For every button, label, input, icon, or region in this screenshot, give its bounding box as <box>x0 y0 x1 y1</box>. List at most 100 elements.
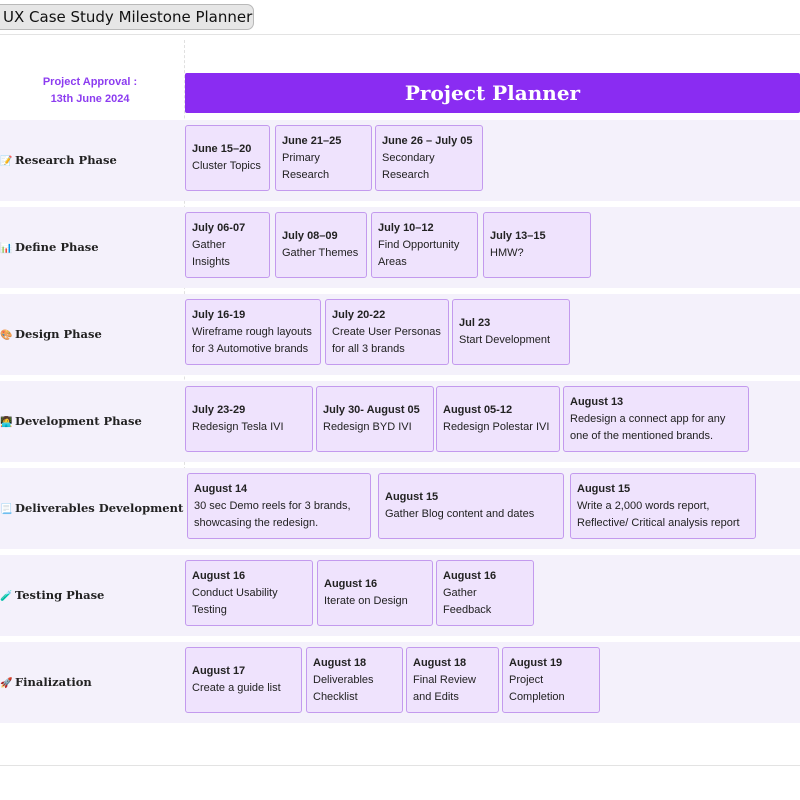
phase-label: 📝 Research Phase <box>0 153 182 167</box>
milestone-card[interactable]: July 10–12 Find Opportunity Areas <box>371 212 478 278</box>
milestone-date: August 14 <box>194 482 248 495</box>
milestone-task: Write a 2,000 words report, Reflective/ … <box>577 499 740 529</box>
milestone-date: July 10–12 <box>378 221 434 234</box>
milestone-task: Conduct Usability Testing <box>192 586 278 616</box>
phase-label-text: Development Phase <box>15 414 142 428</box>
phase-label-text: Testing Phase <box>15 588 105 602</box>
planner-banner-title: Project Planner <box>185 73 800 113</box>
milestone-task: Secondary Research <box>382 151 435 181</box>
milestone-date: August 13 <box>570 395 624 408</box>
milestone-date: August 17 <box>192 665 246 677</box>
milestone-date: June 15–20 <box>192 143 252 155</box>
milestone-card[interactable]: July 20-22 Create User Personas for all 3… <box>325 299 449 365</box>
milestone-card[interactable]: July 16-19 Wireframe rough layouts for 3 … <box>185 299 321 365</box>
milestone-task: Redesign a connect app for any one of th… <box>570 412 726 442</box>
milestone-card[interactable]: June 15–20 Cluster Topics <box>185 125 270 191</box>
milestone-date: August 19 <box>509 656 563 669</box>
milestone-task: Gather Feedback <box>443 586 492 616</box>
milestone-task: Gather Themes <box>282 247 359 259</box>
milestone-card[interactable]: August 13 Redesign a connect app for any … <box>563 386 749 452</box>
phase-label-text: Define Phase <box>15 240 99 254</box>
window-title-tab[interactable]: UX Case Study Milestone Planner <box>0 4 254 30</box>
milestone-card[interactable]: July 30- August 05 Redesign BYD IVI <box>316 386 434 452</box>
document-icon: 📃 <box>0 504 13 515</box>
milestone-card[interactable]: August 18 Deliverables Checklist <box>306 647 403 713</box>
phase-label: 🎨 Design Phase <box>0 327 182 341</box>
milestone-task: Create a guide list <box>192 682 281 694</box>
milestone-card[interactable]: June 21–25 Primary Research <box>275 125 372 191</box>
technologist-icon: 👩‍💻 <box>0 417 13 428</box>
milestone-date: July 16-19 <box>192 308 246 321</box>
milestone-task: Wireframe rough layouts for 3 Automotive… <box>192 325 312 355</box>
milestone-card[interactable]: July 13–15 HMW? <box>483 212 591 278</box>
phase-label-text: Design Phase <box>15 327 102 341</box>
milestone-date: August 15 <box>385 491 439 503</box>
approval-label: Project Approval : <box>42 76 138 88</box>
milestone-card[interactable]: August 16 Gather Feedback <box>436 560 534 626</box>
milestone-date: July 23-29 <box>192 404 246 416</box>
phase-label: 🚀 Finalization <box>0 675 182 689</box>
milestone-date: August 05-12 <box>443 404 513 416</box>
milestone-date: July 20-22 <box>332 308 386 321</box>
milestone-task: Start Development <box>459 334 551 346</box>
milestone-date: August 15 <box>577 482 631 495</box>
milestone-task: Gather Blog content and dates <box>385 508 535 520</box>
milestone-task: Gather Insights <box>192 238 230 268</box>
footer-divider <box>0 765 800 766</box>
phase-label: 📃 Deliverables Development <box>0 501 184 515</box>
milestone-card[interactable]: August 14 30 sec Demo reels for 3 brands,… <box>187 473 371 539</box>
phase-label: 🧪 Testing Phase <box>0 588 182 602</box>
project-approval-note: Project Approval : 13th June 2024 <box>0 74 180 108</box>
milestone-card[interactable]: August 19 Project Completion <box>502 647 600 713</box>
milestone-task: Final Review and Edits <box>413 673 476 703</box>
milestone-date: August 16 <box>192 569 246 582</box>
milestone-card[interactable]: Jul 23 Start Development <box>452 299 570 365</box>
milestone-date: June 21–25 <box>282 134 342 147</box>
milestone-task: HMW? <box>490 247 524 259</box>
milestone-card[interactable]: August 16 Conduct Usability Testing <box>185 560 313 626</box>
milestone-card[interactable]: July 06-07 Gather Insights <box>185 212 270 278</box>
phase-label-text: Deliverables Development <box>15 501 184 515</box>
milestone-date: July 06-07 <box>192 221 246 234</box>
milestone-date: July 13–15 <box>490 230 546 242</box>
milestone-date: July 30- August 05 <box>323 404 420 416</box>
milestone-date: Jul 23 <box>459 317 491 329</box>
milestone-task: Redesign Polestar IVI <box>443 421 550 433</box>
rocket-icon: 🚀 <box>0 678 13 689</box>
milestone-card[interactable]: July 08–09 Gather Themes <box>275 212 367 278</box>
milestone-date: August 16 <box>324 578 378 590</box>
milestone-card[interactable]: July 23-29 Redesign Tesla IVI <box>185 386 313 452</box>
milestone-date: June 26 – July 05 <box>382 134 473 147</box>
milestone-card[interactable]: August 05-12 Redesign Polestar IVI <box>436 386 560 452</box>
milestone-task: Create User Personas for all 3 brands <box>332 325 441 355</box>
milestone-card[interactable]: August 18 Final Review and Edits <box>406 647 499 713</box>
milestone-task: Iterate on Design <box>324 595 408 607</box>
header-divider <box>0 34 800 35</box>
milestone-card[interactable]: August 17 Create a guide list <box>185 647 302 713</box>
milestone-card[interactable]: August 15 Write a 2,000 words report, Ref… <box>570 473 756 539</box>
milestone-card[interactable]: August 15 Gather Blog content and dates <box>378 473 564 539</box>
milestone-task: Find Opportunity Areas <box>378 238 460 268</box>
milestone-task: 30 sec Demo reels for 3 brands, showcasi… <box>194 499 351 529</box>
milestone-task: Project Completion <box>509 673 565 703</box>
milestone-task: Primary Research <box>282 151 330 181</box>
bar-chart-icon: 📊 <box>0 243 13 254</box>
milestone-task: Deliverables Checklist <box>313 673 374 703</box>
milestone-task: Cluster Topics <box>192 160 261 172</box>
phase-label: 👩‍💻 Development Phase <box>0 414 182 428</box>
test-tube-icon: 🧪 <box>0 591 13 602</box>
phase-label-text: Research Phase <box>15 153 117 167</box>
approval-date: 13th June 2024 <box>50 93 130 105</box>
milestone-date: August 18 <box>413 656 467 669</box>
phase-label: 📊 Define Phase <box>0 240 182 254</box>
milestone-date: July 08–09 <box>282 230 338 242</box>
milestone-date: August 16 <box>443 569 497 582</box>
milestone-card[interactable]: August 16 Iterate on Design <box>317 560 433 626</box>
memo-icon: 📝 <box>0 156 13 167</box>
milestone-task: Redesign BYD IVI <box>323 421 412 433</box>
milestone-date: August 18 <box>313 656 367 669</box>
milestone-task: Redesign Tesla IVI <box>192 421 284 433</box>
phase-label-text: Finalization <box>15 675 92 689</box>
milestone-card[interactable]: June 26 – July 05 Secondary Research <box>375 125 483 191</box>
palette-icon: 🎨 <box>0 330 13 341</box>
